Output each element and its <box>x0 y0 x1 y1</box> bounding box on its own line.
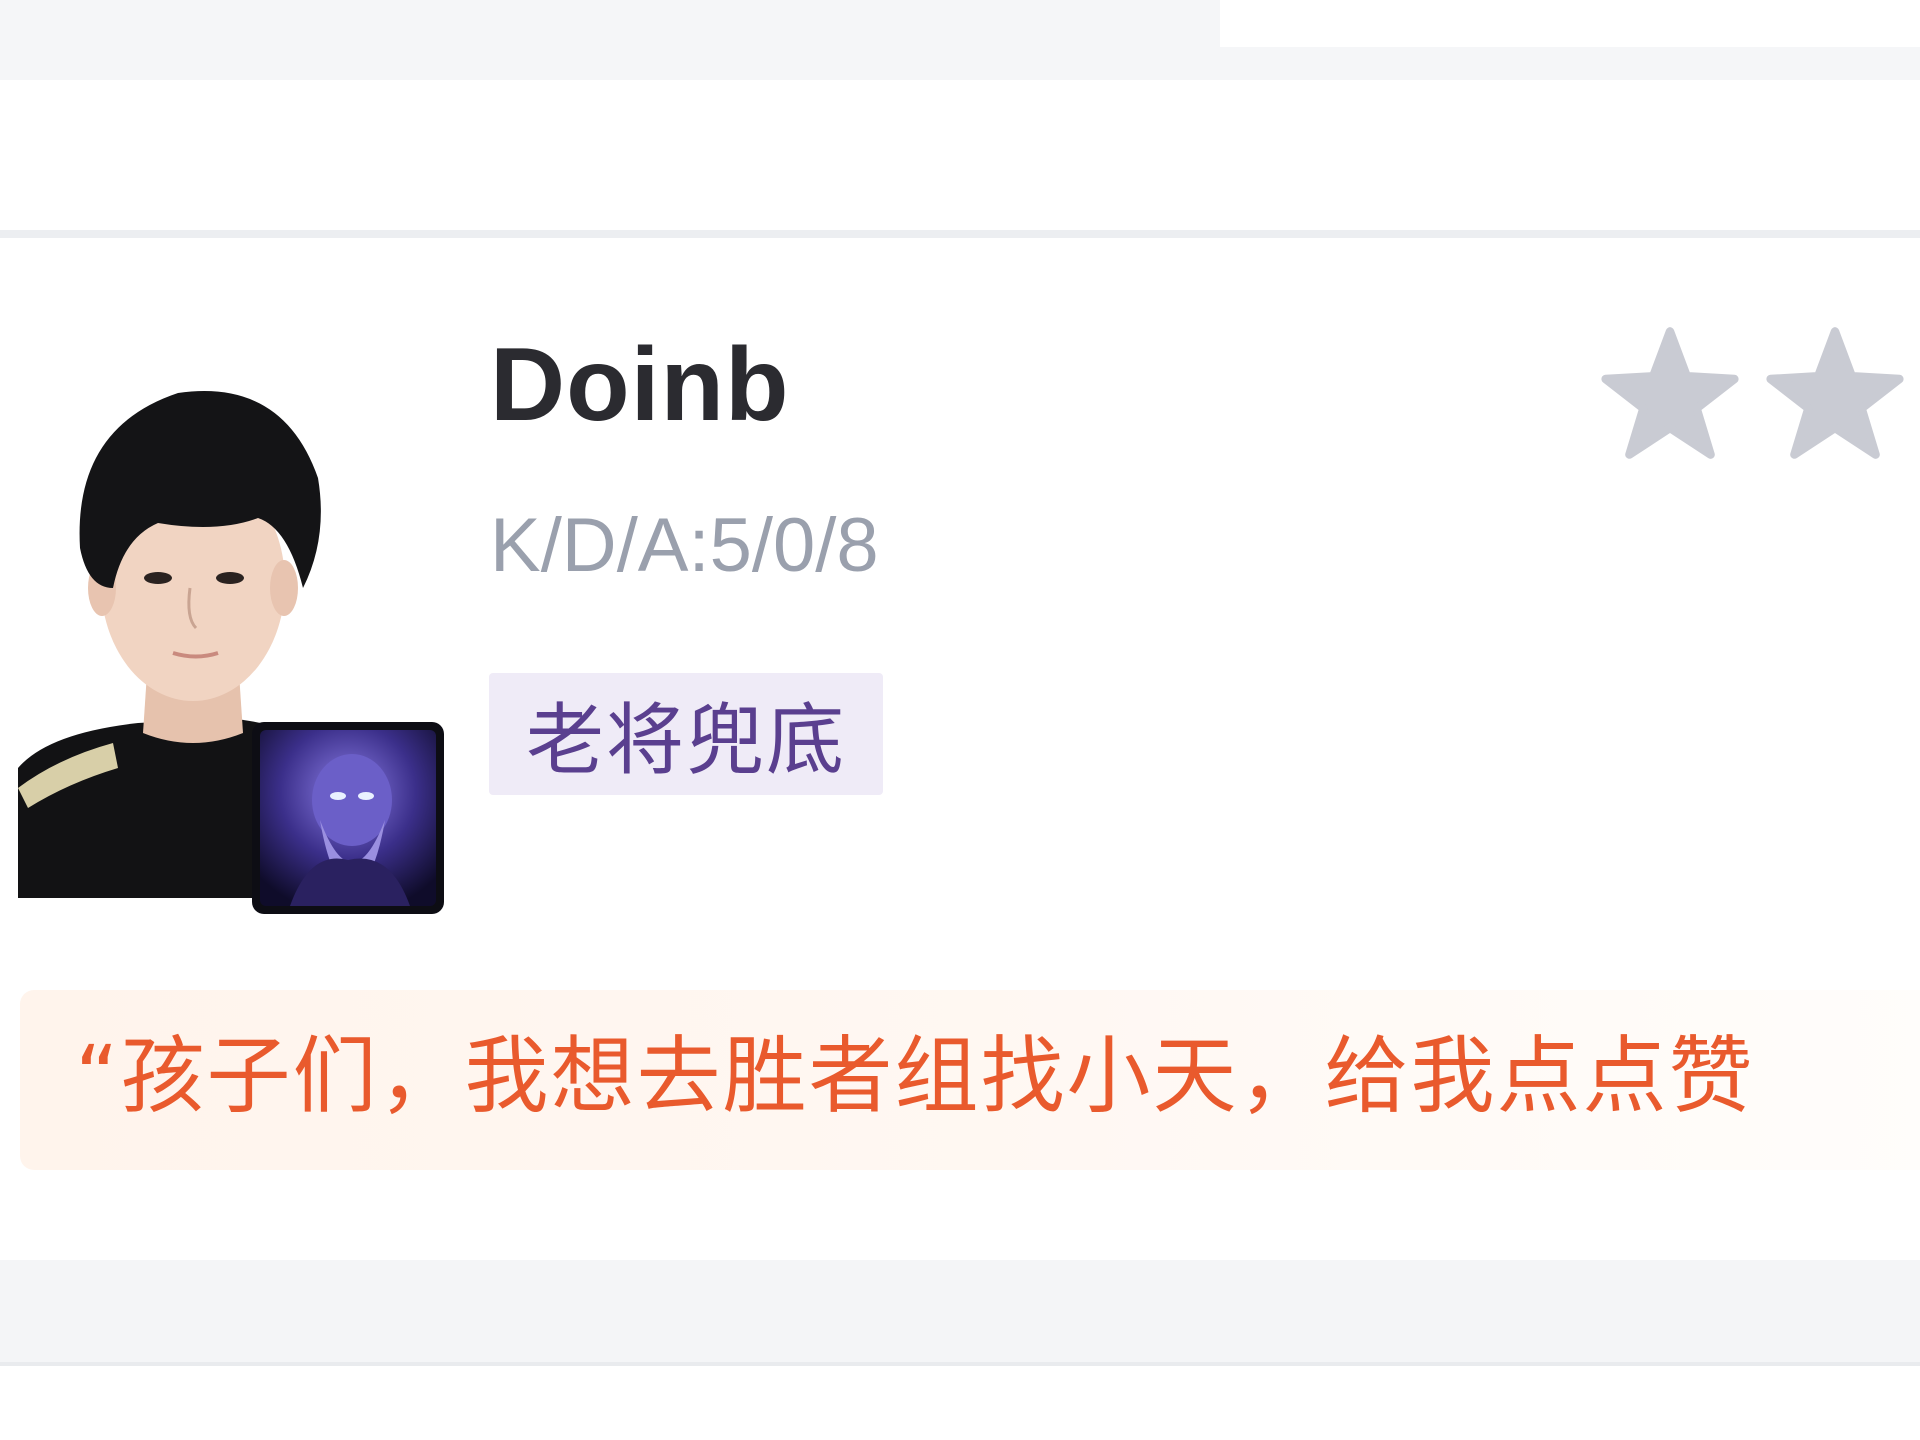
page: Doinb K/D/A:5/0/8 老将兜底 “孩子们，我想去胜者组找小天，给我… <box>0 0 1920 1440</box>
champion-icon[interactable] <box>252 722 444 914</box>
champion-portrait <box>260 730 436 906</box>
star-icon[interactable] <box>1600 323 1740 463</box>
star-icon[interactable] <box>1765 323 1905 463</box>
next-section <box>0 1366 1920 1440</box>
bottom-gap <box>0 1260 1920 1362</box>
player-card[interactable]: Doinb K/D/A:5/0/8 老将兜底 “孩子们，我想去胜者组找小天，给我… <box>0 238 1920 1260</box>
player-name: Doinb <box>490 327 790 443</box>
kda-stat: K/D/A:5/0/8 <box>490 503 879 588</box>
player-tag: 老将兜底 <box>489 673 883 795</box>
quote-text: “孩子们，我想去胜者组找小天，给我点点赞 <box>75 1027 1755 1125</box>
section-divider <box>0 230 1920 238</box>
header-blank-area <box>0 80 1920 230</box>
quote-box: “孩子们，我想去胜者组找小天，给我点点赞 <box>20 990 1920 1170</box>
top-tab-area <box>1220 0 1920 47</box>
